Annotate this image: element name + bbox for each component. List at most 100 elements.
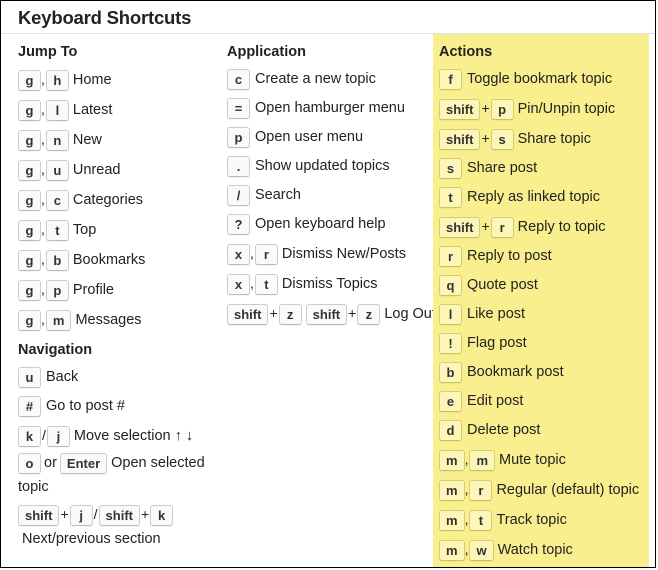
shortcut-row: b Bookmark post: [439, 358, 649, 387]
key-separator: +: [481, 100, 490, 116]
shortcut-list-actions: f Toggle bookmark topic shift + p Pin/Unpin t…: [439, 65, 649, 565]
shortcut-row: ! Flag post: [439, 329, 649, 358]
shortcut-row: g, c Categories: [18, 185, 223, 215]
shortcut-label: Unread: [72, 162, 121, 178]
key-cap: n: [45, 129, 69, 151]
key-separator: +: [348, 305, 357, 321]
shortcut-label: New: [72, 132, 102, 148]
shortcut-list-navigation: u Back # Go to post # k / j Move selection ↑ ↓ o…: [18, 363, 223, 554]
key-cap: s: [490, 128, 514, 150]
shortcut-row: p Open user menu: [227, 123, 433, 152]
shortcut-label: Bookmark post: [467, 364, 564, 380]
key-cap: e: [439, 390, 462, 412]
shortcut-label: Categories: [72, 192, 144, 208]
key-cap: t: [439, 186, 462, 208]
key-cap: p: [45, 279, 69, 301]
key-cap: shift: [305, 303, 348, 325]
shortcut-row: c Create a new topic: [227, 65, 433, 94]
shortcut-row: = Open hamburger menu: [227, 94, 433, 123]
key-separator: ,: [41, 281, 45, 297]
key-separator: ,: [41, 311, 45, 327]
key-cap: g: [18, 249, 41, 271]
key-separator: ,: [464, 451, 469, 467]
key-cap: .: [227, 155, 250, 177]
shortcut-row: . Show updated topics: [227, 152, 433, 181]
key-cap: ?: [227, 213, 250, 235]
shortcut-row: d Delete post: [439, 416, 649, 445]
key-cap: u: [18, 366, 41, 388]
key-cap: Enter: [59, 452, 108, 474]
shortcut-row: t Reply as linked topic: [439, 183, 649, 212]
key-cap: r: [490, 216, 514, 238]
key-cap: g: [18, 69, 41, 91]
key-cap: shift: [18, 504, 60, 526]
shortcut-row: g, m Messages: [18, 305, 223, 335]
shortcut-label: Top: [72, 222, 97, 238]
inline-word: or: [44, 455, 57, 471]
modal-header: Keyboard Shortcuts: [1, 1, 655, 34]
key-cap: g: [18, 99, 41, 121]
key-cap: c: [227, 68, 250, 90]
key-cap: x: [227, 243, 250, 265]
key-separator: ,: [41, 101, 45, 117]
key-cap: g: [18, 159, 41, 181]
key-separator: ,: [250, 275, 254, 291]
key-cap: g: [18, 309, 41, 331]
key-cap: shift: [439, 98, 481, 120]
key-cap: shift: [227, 303, 269, 325]
shortcut-label: Next/previous section: [22, 531, 161, 547]
shortcut-columns: Jump To g, h Home g, l Latest g, n New g, u Unread g…: [1, 34, 655, 567]
section-title-application: Application: [227, 44, 306, 60]
key-cap: d: [439, 419, 462, 441]
shortcut-row: r Reply to post: [439, 242, 649, 271]
key-cap: m: [469, 449, 496, 471]
shortcut-label: Profile: [72, 282, 114, 298]
key-cap: c: [45, 189, 69, 211]
key-separator: ,: [41, 131, 45, 147]
key-cap: t: [254, 273, 278, 295]
key-cap: j: [46, 425, 70, 447]
shortcut-label: Regular (default) topic: [496, 482, 640, 498]
key-separator: ,: [464, 541, 469, 557]
column-jump-to: Jump To g, h Home g, l Latest g, n New g, u Unread g…: [1, 34, 223, 554]
shortcut-label: Watch topic: [497, 542, 573, 558]
shortcut-row: shift + z shift + z Log Out: [227, 299, 436, 329]
shortcut-label: Like post: [467, 306, 526, 322]
shortcut-row: ? Open keyboard help: [227, 210, 433, 239]
key-cap: m: [439, 449, 465, 471]
shortcut-label: Messages: [75, 312, 142, 328]
key-cap: m: [45, 309, 72, 331]
key-cap: o: [18, 452, 41, 474]
shortcut-label: Delete post: [467, 422, 541, 438]
shortcut-label: Pin/Unpin topic: [517, 101, 616, 117]
section-title-navigation: Navigation: [18, 342, 93, 358]
key-cap: f: [439, 68, 462, 90]
shortcut-row: m, r Regular (default) topic: [439, 475, 649, 505]
shortcut-label: Open user menu: [255, 129, 364, 145]
key-cap: shift: [439, 216, 481, 238]
key-separator: ,: [464, 481, 469, 497]
key-separator: +: [140, 506, 150, 522]
section-title-actions: Actions: [439, 44, 493, 60]
key-cap: g: [18, 189, 41, 211]
key-separator: ,: [41, 191, 45, 207]
key-separator: ,: [41, 221, 45, 237]
key-cap: !: [439, 332, 462, 354]
key-cap: m: [439, 539, 465, 561]
key-cap: s: [439, 157, 462, 179]
shortcut-label: Move selection ↑ ↓: [73, 428, 194, 444]
shortcut-row: g, n New: [18, 125, 223, 155]
key-cap: u: [45, 159, 69, 181]
shortcut-row: / Search: [227, 181, 433, 210]
shortcut-row: g, l Latest: [18, 95, 223, 125]
shortcut-label: Create a new topic: [255, 71, 376, 87]
shortcut-label: Open hamburger menu: [255, 100, 405, 116]
key-cap: t: [469, 509, 493, 531]
shortcut-label: Log Out: [384, 306, 436, 322]
shortcut-label: Reply to topic: [517, 219, 606, 235]
shortcut-row: m, t Track topic: [439, 505, 649, 535]
shortcut-row: o or Enter Open selected topic: [18, 451, 223, 502]
key-cap: h: [45, 69, 69, 91]
key-separator: +: [481, 218, 490, 234]
key-cap: l: [45, 99, 69, 121]
